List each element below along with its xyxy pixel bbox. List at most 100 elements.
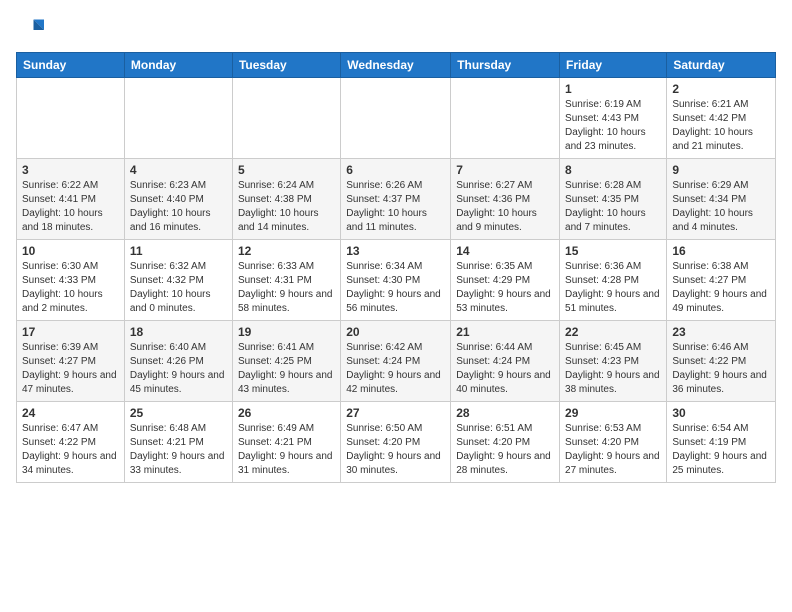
day-info: Sunrise: 6:35 AM Sunset: 4:29 PM Dayligh… (456, 260, 554, 316)
day-info: Sunrise: 6:32 AM Sunset: 4:32 PM Dayligh… (130, 260, 227, 316)
day-number: 26 (238, 406, 335, 420)
calendar-cell: 27 Sunrise: 6:50 AM Sunset: 4:20 PM Dayli… (341, 402, 451, 483)
day-number: 9 (672, 163, 770, 177)
calendar-cell (17, 78, 125, 159)
day-info: Sunrise: 6:50 AM Sunset: 4:20 PM Dayligh… (346, 422, 445, 478)
day-info: Sunrise: 6:53 AM Sunset: 4:20 PM Dayligh… (565, 422, 661, 478)
day-number: 22 (565, 325, 661, 339)
day-info: Sunrise: 6:44 AM Sunset: 4:24 PM Dayligh… (456, 341, 554, 397)
day-info: Sunrise: 6:28 AM Sunset: 4:35 PM Dayligh… (565, 179, 661, 235)
calendar-cell: 5 Sunrise: 6:24 AM Sunset: 4:38 PM Daylig… (232, 159, 340, 240)
day-number: 4 (130, 163, 227, 177)
calendar-cell: 4 Sunrise: 6:23 AM Sunset: 4:40 PM Daylig… (124, 159, 232, 240)
day-info: Sunrise: 6:34 AM Sunset: 4:30 PM Dayligh… (346, 260, 445, 316)
day-number: 27 (346, 406, 445, 420)
day-number: 5 (238, 163, 335, 177)
day-number: 18 (130, 325, 227, 339)
day-info: Sunrise: 6:41 AM Sunset: 4:25 PM Dayligh… (238, 341, 335, 397)
weekday-header-friday: Friday (560, 53, 667, 78)
day-number: 17 (22, 325, 119, 339)
weekday-header-saturday: Saturday (667, 53, 776, 78)
calendar-cell: 24 Sunrise: 6:47 AM Sunset: 4:22 PM Dayli… (17, 402, 125, 483)
day-number: 10 (22, 244, 119, 258)
weekday-header-tuesday: Tuesday (232, 53, 340, 78)
day-number: 19 (238, 325, 335, 339)
calendar-cell: 8 Sunrise: 6:28 AM Sunset: 4:35 PM Daylig… (560, 159, 667, 240)
calendar-cell: 1 Sunrise: 6:19 AM Sunset: 4:43 PM Daylig… (560, 78, 667, 159)
calendar-cell: 3Sunrise: 6:22 AM Sunset: 4:41 PM Daylig… (17, 159, 125, 240)
day-number: 8 (565, 163, 661, 177)
day-number: 23 (672, 325, 770, 339)
day-number: 1 (565, 82, 661, 96)
calendar-cell: 22Sunrise: 6:45 AM Sunset: 4:23 PM Dayli… (560, 321, 667, 402)
calendar-cell: 17 Sunrise: 6:39 AM Sunset: 4:27 PM Dayli… (17, 321, 125, 402)
calendar-cell: 28 Sunrise: 6:51 AM Sunset: 4:20 PM Dayli… (451, 402, 560, 483)
calendar-cell: 6 Sunrise: 6:26 AM Sunset: 4:37 PM Daylig… (341, 159, 451, 240)
calendar-cell: 29 Sunrise: 6:53 AM Sunset: 4:20 PM Dayli… (560, 402, 667, 483)
page-header (16, 16, 776, 44)
day-info: Sunrise: 6:46 AM Sunset: 4:22 PM Dayligh… (672, 341, 770, 397)
calendar: SundayMondayTuesdayWednesdayThursdayFrid… (16, 52, 776, 483)
day-number: 30 (672, 406, 770, 420)
day-info: Sunrise: 6:51 AM Sunset: 4:20 PM Dayligh… (456, 422, 554, 478)
day-info: Sunrise: 6:54 AM Sunset: 4:19 PM Dayligh… (672, 422, 770, 478)
weekday-header-wednesday: Wednesday (341, 53, 451, 78)
day-number: 6 (346, 163, 445, 177)
calendar-cell: 2 Sunrise: 6:21 AM Sunset: 4:42 PM Daylig… (667, 78, 776, 159)
day-info: Sunrise: 6:42 AM Sunset: 4:24 PM Dayligh… (346, 341, 445, 397)
day-info: Sunrise: 6:47 AM Sunset: 4:22 PM Dayligh… (22, 422, 119, 478)
day-number: 2 (672, 82, 770, 96)
logo-icon (16, 16, 44, 44)
day-info: Sunrise: 6:19 AM Sunset: 4:43 PM Dayligh… (565, 98, 661, 154)
calendar-cell: 11 Sunrise: 6:32 AM Sunset: 4:32 PM Dayli… (124, 240, 232, 321)
weekday-header-sunday: Sunday (17, 53, 125, 78)
day-number: 29 (565, 406, 661, 420)
calendar-cell: 20 Sunrise: 6:42 AM Sunset: 4:24 PM Dayli… (341, 321, 451, 402)
calendar-cell (124, 78, 232, 159)
day-number: 15 (565, 244, 661, 258)
day-number: 20 (346, 325, 445, 339)
day-number: 11 (130, 244, 227, 258)
day-info: Sunrise: 6:26 AM Sunset: 4:37 PM Dayligh… (346, 179, 445, 235)
calendar-week-5: 24 Sunrise: 6:47 AM Sunset: 4:22 PM Dayli… (17, 402, 776, 483)
calendar-cell: 14Sunrise: 6:35 AM Sunset: 4:29 PM Dayli… (451, 240, 560, 321)
calendar-week-1: 1 Sunrise: 6:19 AM Sunset: 4:43 PM Daylig… (17, 78, 776, 159)
calendar-cell: 30 Sunrise: 6:54 AM Sunset: 4:19 PM Dayli… (667, 402, 776, 483)
day-number: 28 (456, 406, 554, 420)
day-info: Sunrise: 6:49 AM Sunset: 4:21 PM Dayligh… (238, 422, 335, 478)
day-number: 12 (238, 244, 335, 258)
calendar-cell: 13Sunrise: 6:34 AM Sunset: 4:30 PM Dayli… (341, 240, 451, 321)
logo (16, 16, 48, 44)
day-number: 24 (22, 406, 119, 420)
weekday-header-row: SundayMondayTuesdayWednesdayThursdayFrid… (17, 53, 776, 78)
calendar-cell: 9 Sunrise: 6:29 AM Sunset: 4:34 PM Daylig… (667, 159, 776, 240)
day-info: Sunrise: 6:21 AM Sunset: 4:42 PM Dayligh… (672, 98, 770, 154)
day-number: 21 (456, 325, 554, 339)
day-number: 25 (130, 406, 227, 420)
calendar-cell: 18 Sunrise: 6:40 AM Sunset: 4:26 PM Dayli… (124, 321, 232, 402)
calendar-cell (341, 78, 451, 159)
calendar-week-3: 10Sunrise: 6:30 AM Sunset: 4:33 PM Dayli… (17, 240, 776, 321)
weekday-header-thursday: Thursday (451, 53, 560, 78)
day-info: Sunrise: 6:33 AM Sunset: 4:31 PM Dayligh… (238, 260, 335, 316)
day-info: Sunrise: 6:48 AM Sunset: 4:21 PM Dayligh… (130, 422, 227, 478)
weekday-header-monday: Monday (124, 53, 232, 78)
calendar-cell: 21 Sunrise: 6:44 AM Sunset: 4:24 PM Dayli… (451, 321, 560, 402)
day-info: Sunrise: 6:39 AM Sunset: 4:27 PM Dayligh… (22, 341, 119, 397)
calendar-cell: 19 Sunrise: 6:41 AM Sunset: 4:25 PM Dayli… (232, 321, 340, 402)
day-info: Sunrise: 6:36 AM Sunset: 4:28 PM Dayligh… (565, 260, 661, 316)
calendar-week-2: 3Sunrise: 6:22 AM Sunset: 4:41 PM Daylig… (17, 159, 776, 240)
calendar-cell: 15 Sunrise: 6:36 AM Sunset: 4:28 PM Dayli… (560, 240, 667, 321)
calendar-cell (232, 78, 340, 159)
day-info: Sunrise: 6:23 AM Sunset: 4:40 PM Dayligh… (130, 179, 227, 235)
day-info: Sunrise: 6:24 AM Sunset: 4:38 PM Dayligh… (238, 179, 335, 235)
calendar-cell: 23 Sunrise: 6:46 AM Sunset: 4:22 PM Dayli… (667, 321, 776, 402)
calendar-cell: 26 Sunrise: 6:49 AM Sunset: 4:21 PM Dayli… (232, 402, 340, 483)
day-number: 16 (672, 244, 770, 258)
calendar-cell: 12 Sunrise: 6:33 AM Sunset: 4:31 PM Dayli… (232, 240, 340, 321)
calendar-cell: 16Sunrise: 6:38 AM Sunset: 4:27 PM Dayli… (667, 240, 776, 321)
day-info: Sunrise: 6:27 AM Sunset: 4:36 PM Dayligh… (456, 179, 554, 235)
calendar-week-4: 17 Sunrise: 6:39 AM Sunset: 4:27 PM Dayli… (17, 321, 776, 402)
day-info: Sunrise: 6:29 AM Sunset: 4:34 PM Dayligh… (672, 179, 770, 235)
day-info: Sunrise: 6:40 AM Sunset: 4:26 PM Dayligh… (130, 341, 227, 397)
